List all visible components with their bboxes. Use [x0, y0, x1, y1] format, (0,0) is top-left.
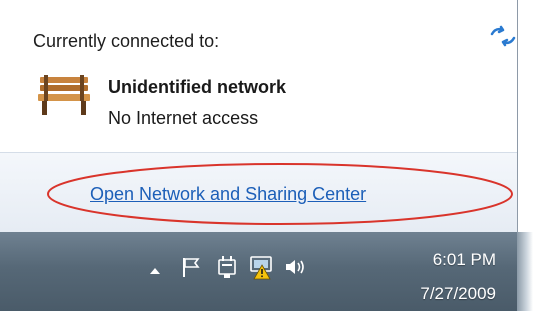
taskbar-edge	[517, 232, 533, 311]
flyout-connection-panel: Currently connected to: Unidentified net…	[0, 0, 517, 152]
clock-time: 6:01 PM	[432, 250, 496, 269]
network-status: No Internet access	[108, 108, 259, 128]
network-refresh-icon[interactable]	[488, 24, 518, 48]
clock-date: 7/27/2009	[420, 284, 496, 303]
screenshot: Currently connected to: Unidentified net…	[0, 0, 533, 311]
bench-icon	[38, 75, 90, 115]
network-flyout: Currently connected to: Unidentified net…	[0, 0, 518, 232]
volume-speaker-icon[interactable]	[282, 254, 308, 280]
show-hidden-icons-arrow-icon[interactable]	[142, 258, 168, 284]
open-network-sharing-center-link[interactable]: Open Network and Sharing Center	[90, 184, 366, 205]
network-warning-icon[interactable]	[248, 254, 274, 280]
action-center-flag-icon[interactable]	[178, 254, 204, 280]
taskbar-clock[interactable]: 6:01 PM 7/27/2009	[378, 248, 496, 306]
currently-connected-heading: Currently connected to:	[33, 31, 220, 51]
power-plug-icon[interactable]	[214, 254, 240, 280]
network-name: Unidentified network	[108, 77, 287, 97]
